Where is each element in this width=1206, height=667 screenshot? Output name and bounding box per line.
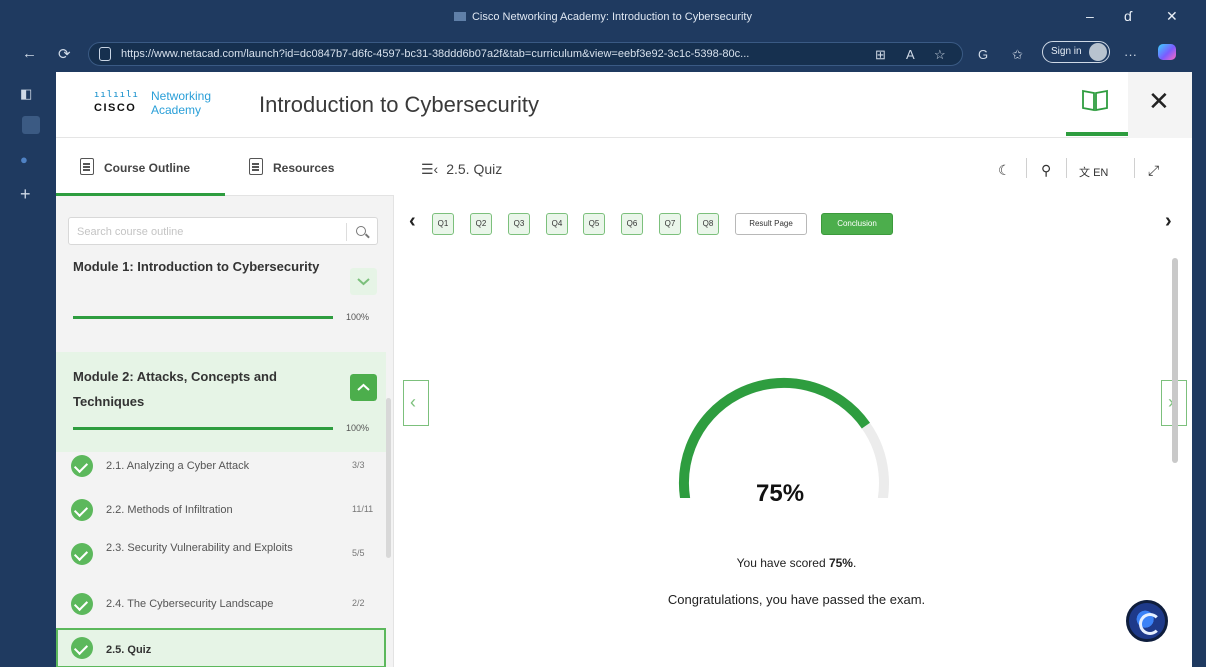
sidebar-scrollbar[interactable] [386, 398, 391, 558]
sidebar-tabs: Course Outline Resources [56, 138, 394, 196]
check-circle-icon [71, 593, 93, 615]
read-aloud-icon[interactable]: A [906, 47, 915, 62]
browser-window: Cisco Networking Academy: Introduction t… [0, 0, 1206, 667]
site-info-icon[interactable] [99, 47, 111, 61]
cisco-bars-icon: ıılıılı [94, 90, 139, 100]
prev-page-button[interactable]: ‹ [403, 380, 429, 426]
result-page-button[interactable]: Result Page [735, 213, 807, 235]
close-icon[interactable]: ✕ [1148, 86, 1170, 117]
app-icon [453, 12, 466, 21]
favorite-star-icon[interactable]: ☆ [934, 47, 946, 63]
module-2[interactable]: Module 2: Attacks, Concepts and Techniqu… [56, 352, 386, 452]
search-content-icon[interactable]: ⚲ [1041, 162, 1051, 179]
outline-icon [80, 158, 94, 175]
question-chip-q1[interactable]: Q1 [432, 213, 454, 235]
chatbot-icon[interactable] [1126, 600, 1168, 642]
question-chip-q8[interactable]: Q8 [697, 213, 719, 235]
search-input[interactable]: Search course outline [68, 217, 378, 245]
check-circle-icon [71, 499, 93, 521]
module-progress-bar [73, 427, 333, 430]
sign-in-button[interactable]: Sign in [1042, 41, 1110, 63]
search-icon[interactable] [356, 226, 366, 236]
question-chip-q6[interactable]: Q6 [621, 213, 643, 235]
lesson-2-1[interactable]: 2.1. Analyzing a Cyber Attack 3/3 [56, 444, 386, 488]
conclusion-button[interactable]: Conclusion [821, 213, 893, 235]
copilot-icon[interactable] [1158, 44, 1176, 60]
question-chip-q7[interactable]: Q7 [659, 213, 681, 235]
module-progress-text: 100% [346, 312, 370, 322]
back-arrow-icon[interactable]: ← [22, 45, 37, 62]
open-book-icon[interactable] [1081, 88, 1109, 112]
score-gauge [678, 377, 889, 498]
scored-message: You have scored 75%. [736, 556, 857, 570]
close-window-button[interactable]: ✕ [1166, 8, 1178, 25]
url-field[interactable]: https://www.netacad.com/launch?id=dc0847… [88, 42, 963, 66]
breadcrumb: ☰‹ 2.5. Quiz [421, 161, 503, 178]
window-title: Cisco Networking Academy: Introduction t… [0, 11, 1206, 23]
module-1[interactable]: Module 1: Introduction to Cybersecurity … [56, 252, 386, 322]
refresh-extension-icon[interactable]: G [978, 47, 988, 62]
window-edge [1192, 72, 1206, 667]
lesson-2-3[interactable]: 2.3. Security Vulnerability and Exploits… [56, 532, 386, 578]
course-header: ıılıılı CISCO Networking Academy Introduc… [56, 72, 1192, 138]
new-tab-plus-icon[interactable]: + [20, 184, 31, 205]
language-selector[interactable]: 文 EN [1079, 164, 1108, 180]
chevron-left-icon: ‹ [410, 392, 416, 412]
networking-academy-label: Networking Academy [151, 89, 212, 117]
title-bar: Cisco Networking Academy: Introduction t… [0, 0, 1206, 36]
course-outline-sidebar: Course Outline Resources Search course o… [56, 138, 394, 667]
chevron-down-icon[interactable] [350, 268, 377, 295]
score-percentage: 75% [756, 480, 805, 507]
lesson-2-4[interactable]: 2.4. The Cybersecurity Landscape 2/2 [56, 582, 386, 626]
fullscreen-icon[interactable]: ⤢ [1148, 162, 1159, 179]
module-title: Module 1: Introduction to Cybersecurity [73, 259, 320, 274]
lesson-2-5[interactable]: 2.5. Quiz [56, 628, 386, 667]
tab-course-outline[interactable]: Course Outline [56, 138, 225, 196]
prev-chevron-icon[interactable]: ‹ [409, 210, 416, 233]
quiz-content: ☰‹ 2.5. Quiz ☾ ⚲ 文 EN ⤢ ‹ Q1 Q2 Q3 Q4 Q5 … [401, 138, 1192, 667]
favorites-icon[interactable]: ✩ [1012, 47, 1023, 63]
cisco-wordmark: CISCO [94, 102, 137, 114]
address-bar-row: ← ⟳ https://www.netacad.com/launch?id=dc… [0, 36, 1206, 72]
workspace-icon[interactable] [22, 116, 40, 134]
browser-sidebar: ◧ ● + [0, 72, 56, 667]
module-title: Module 2: Attacks, Concepts and Techniqu… [73, 369, 277, 409]
chevron-up-icon[interactable] [350, 374, 377, 401]
active-indicator [1066, 132, 1128, 136]
collapse-menu-icon[interactable]: ☰‹ [421, 161, 438, 178]
tab-actions-icon[interactable]: ◧ [20, 86, 32, 102]
cisco-logo: ıılıılı CISCO Networking Academy [94, 89, 211, 117]
question-chip-q5[interactable]: Q5 [583, 213, 605, 235]
document-icon [249, 158, 263, 175]
question-chip-q4[interactable]: Q4 [546, 213, 568, 235]
more-menu-icon[interactable]: ··· [1124, 47, 1137, 62]
tab-resources[interactable]: Resources [225, 138, 394, 196]
question-chip-q2[interactable]: Q2 [470, 213, 492, 235]
content-scrollbar[interactable] [1172, 258, 1178, 463]
check-circle-icon [71, 637, 93, 659]
dark-mode-icon[interactable]: ☾ [998, 162, 1011, 179]
question-chip-q3[interactable]: Q3 [508, 213, 530, 235]
congratulations-message: Congratulations, you have passed the exa… [667, 592, 926, 607]
translate-icon: 文 [1079, 167, 1090, 179]
minimize-button[interactable]: – [1086, 8, 1094, 24]
tab-dot-icon[interactable]: ● [20, 152, 28, 167]
question-navigation: ‹ Q1 Q2 Q3 Q4 Q5 Q6 Q7 Q8 Result Page Co… [401, 208, 1192, 240]
close-course-button[interactable]: ✕ [1128, 72, 1192, 138]
restore-button[interactable]: ɗ [1124, 8, 1132, 24]
lesson-2-2[interactable]: 2.2. Methods of Infiltration 11/11 [56, 488, 386, 532]
netacad-page: ıılıılı CISCO Networking Academy Introduc… [56, 72, 1192, 667]
app-available-icon[interactable]: ⊞ [875, 47, 886, 63]
module-progress-text: 100% [346, 423, 370, 433]
avatar-icon [1089, 43, 1107, 61]
check-circle-icon [71, 543, 93, 565]
next-chevron-icon[interactable]: › [1165, 210, 1172, 233]
refresh-icon[interactable]: ⟳ [58, 45, 71, 63]
check-circle-icon [71, 455, 93, 477]
module-progress-bar [73, 316, 333, 319]
course-title: Introduction to Cybersecurity [259, 92, 540, 117]
